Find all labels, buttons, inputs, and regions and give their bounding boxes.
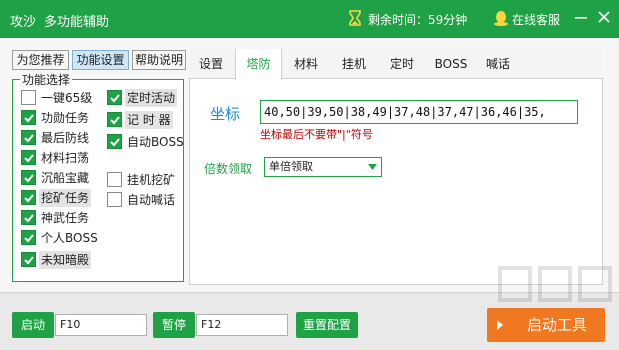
start-tool-button[interactable]: 启动工具 bbox=[487, 308, 605, 342]
watermark-logo bbox=[496, 262, 616, 306]
option-label: 自动BOSS bbox=[127, 135, 184, 149]
checkbox-checked[interactable] bbox=[107, 90, 122, 105]
minimize-icon[interactable] bbox=[574, 10, 588, 24]
checkbox-checked[interactable] bbox=[21, 130, 36, 145]
app-title: 攻沙 bbox=[10, 15, 37, 30]
online-service-link[interactable]: 在线客服 bbox=[512, 11, 560, 28]
checkmark-icon bbox=[24, 256, 34, 265]
checkbox-checked[interactable] bbox=[21, 150, 36, 165]
checkmark-icon bbox=[110, 94, 120, 103]
tab-tower-defense[interactable]: 塔防 bbox=[235, 49, 282, 80]
dropdown-arrow-icon[interactable] bbox=[368, 164, 377, 170]
option-label: 记 时 器 bbox=[125, 111, 173, 129]
coord-input[interactable]: 40,50|39,50|38,49|37,48|37,47|36,46|35, bbox=[260, 100, 578, 124]
option-label: 未知暗殿 bbox=[39, 251, 92, 269]
tab-shout[interactable]: 喊话 bbox=[476, 49, 520, 79]
checkmark-icon bbox=[24, 234, 34, 243]
multiplier-select-value: 单倍领取 bbox=[269, 160, 313, 173]
tab-settings[interactable]: 设置 bbox=[189, 49, 233, 79]
checkmark-icon bbox=[110, 138, 120, 147]
option-label: 一键65级 bbox=[41, 91, 93, 105]
start-tool-label: 启动工具 bbox=[527, 316, 588, 334]
checkmark-icon bbox=[24, 114, 34, 123]
option-label: 定时活动 bbox=[125, 89, 178, 107]
option-label: 功勋任务 bbox=[41, 111, 90, 125]
option-label: 神武任务 bbox=[41, 211, 90, 225]
reset-config-button[interactable]: 重置配置 bbox=[296, 312, 358, 338]
option-label: 自动喊话 bbox=[127, 193, 176, 207]
tab-help[interactable]: 帮助说明 bbox=[132, 50, 186, 70]
function-select-legend: 功能选择 bbox=[20, 71, 73, 88]
tab-recommend[interactable]: 为您推荐 bbox=[12, 50, 69, 70]
checkbox[interactable] bbox=[107, 172, 122, 187]
option-label: 材料扫荡 bbox=[41, 151, 90, 165]
coord-label: 坐标 bbox=[210, 105, 241, 123]
multiplier-label: 倍数领取 bbox=[204, 162, 253, 176]
tab-timed[interactable]: 定时 bbox=[380, 49, 424, 79]
start-hotkey-field[interactable]: F10 bbox=[55, 314, 147, 336]
coord-hint: 坐标最后不要带"|"符号 bbox=[260, 128, 373, 141]
pause-hotkey-field[interactable]: F12 bbox=[196, 314, 288, 336]
play-icon bbox=[497, 320, 503, 330]
tab-boss[interactable]: BOSS bbox=[428, 49, 474, 79]
start-hotkey-label: 启动 bbox=[12, 312, 54, 338]
hourglass-icon bbox=[349, 10, 361, 26]
checkbox-checked[interactable] bbox=[21, 110, 36, 125]
checkmark-icon bbox=[24, 194, 34, 203]
multiplier-select[interactable]: 单倍领取 bbox=[264, 157, 382, 177]
checkbox-checked[interactable] bbox=[21, 210, 36, 225]
checkbox-checked[interactable] bbox=[21, 190, 36, 205]
checkmark-icon bbox=[24, 174, 34, 183]
checkbox-checked[interactable] bbox=[21, 170, 36, 185]
title-bar: 攻沙 多功能辅助 剩余时间：59分钟 在线客服 bbox=[0, 0, 619, 38]
close-icon[interactable] bbox=[597, 10, 611, 24]
pause-hotkey-label: 暂停 bbox=[153, 312, 195, 338]
checkbox-checked[interactable] bbox=[21, 252, 36, 267]
option-label: 挖矿任务 bbox=[39, 189, 92, 207]
checkbox[interactable] bbox=[21, 90, 36, 105]
option-label: 挂机挖矿 bbox=[127, 173, 176, 187]
checkmark-icon bbox=[24, 214, 34, 223]
option-label: 最后防线 bbox=[41, 131, 90, 145]
checkbox[interactable] bbox=[107, 192, 122, 207]
customer-service-icon[interactable] bbox=[492, 9, 510, 27]
option-label: 个人BOSS bbox=[41, 231, 98, 245]
checkmark-icon bbox=[110, 116, 120, 125]
checkbox-checked[interactable] bbox=[21, 230, 36, 245]
remaining-time: 剩余时间：59分钟 bbox=[368, 13, 468, 27]
checkmark-icon bbox=[24, 134, 34, 143]
checkbox-checked[interactable] bbox=[107, 134, 122, 149]
option-label: 沉船宝藏 bbox=[41, 171, 90, 185]
tab-function-settings[interactable]: 功能设置 bbox=[72, 50, 129, 70]
checkbox-checked[interactable] bbox=[107, 112, 122, 127]
tab-materials[interactable]: 材料 bbox=[284, 49, 328, 79]
tab-idle[interactable]: 挂机 bbox=[332, 49, 376, 79]
checkmark-icon bbox=[24, 154, 34, 163]
app-subtitle: 多功能辅助 bbox=[44, 15, 110, 30]
